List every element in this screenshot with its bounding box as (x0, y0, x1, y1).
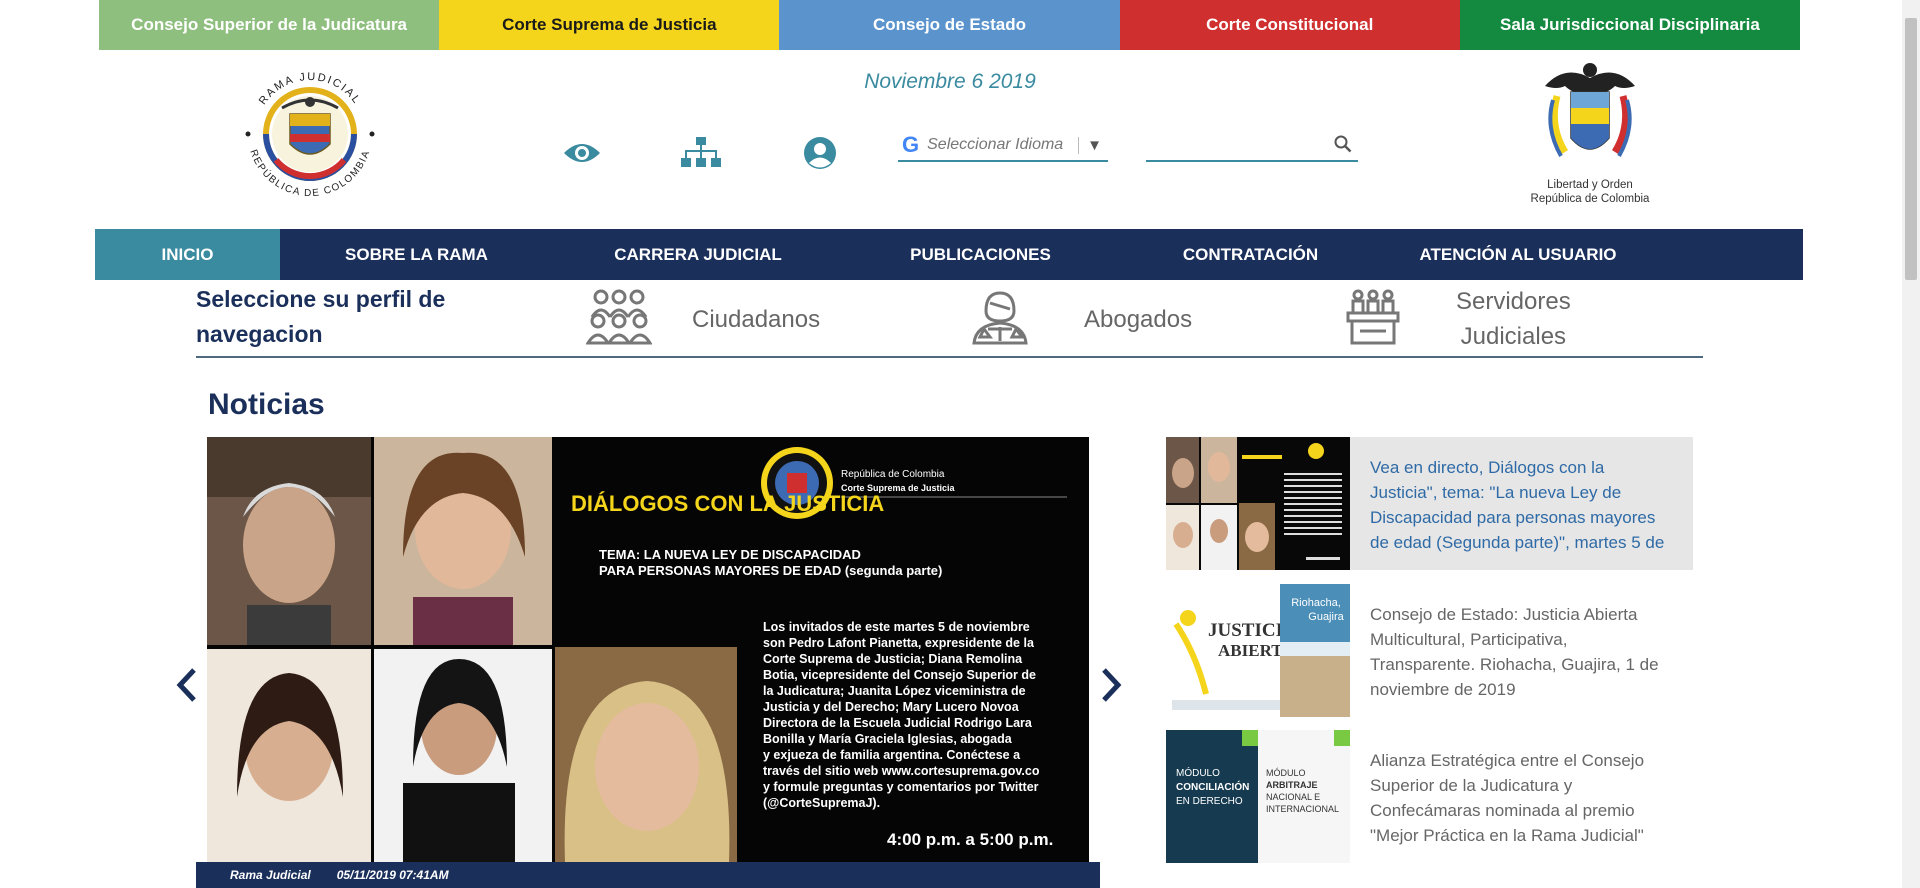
thumb3-col1-2: CONCILIACIÓN (1176, 780, 1249, 793)
link-corte-suprema[interactable]: Corte Suprema de Justicia (439, 0, 780, 50)
profile-title-line1: Seleccione su perfil de (196, 286, 446, 312)
nav-contratacion[interactable]: CONTRATACIÓN (1118, 229, 1383, 280)
profile-title-line2: navegacion (196, 321, 323, 347)
thumb3-col1-1: MÓDULO (1176, 766, 1220, 779)
slider-next-button[interactable] (1096, 665, 1126, 705)
slide-body-line: la Judicatura; Juanita López viceministr… (763, 684, 1026, 698)
thumb2-side-1: Riohacha, (1291, 597, 1341, 609)
chevron-left-icon (176, 668, 196, 702)
coat-caption: Libertad y Orden República de Colombia (1520, 177, 1660, 207)
rama-judicial-logo[interactable]: RAMA JUDICIAL REPÚBLICA DE COLOMBIA (232, 56, 388, 206)
google-icon: G (902, 132, 920, 157)
news-item-2[interactable]: JUSTICIA ABIERTA Riohacha, Guajira Conse… (1166, 584, 1693, 717)
slide-seal-line1: República de Colombia (841, 469, 945, 480)
nav-publicaciones[interactable]: PUBLICACIONES (843, 229, 1118, 280)
slide-body-line: y exjueza de familia argentina. Conéctes… (763, 748, 1021, 762)
news-item-1[interactable]: Vea en directo, Diálogos con la Justicia… (1166, 437, 1693, 570)
news-item-text: Alianza Estratégica entre el Consejo Sup… (1370, 751, 1645, 845)
slider-prev-button[interactable] (172, 665, 202, 705)
main-nav: INICIO SOBRE LA RAMA CARRERA JUDICIAL PU… (95, 229, 1803, 280)
profile-label-servidores: Servidores Judiciales (1456, 284, 1571, 354)
slide-time: 4:00 p.m. a 5:00 p.m. (887, 830, 1053, 849)
institutions-bar: Consejo Superior de la Judicatura Corte … (99, 0, 1801, 50)
slide-body-line: Bonilla y María Graciela Iglesias, aboga… (763, 732, 1013, 746)
link-consejo-superior[interactable]: Consejo Superior de la Judicatura (99, 0, 440, 50)
profile-ciudadanos[interactable]: Ciudadanos (585, 282, 821, 356)
colombia-coat-of-arms[interactable]: Libertad y Orden República de Colombia (1520, 56, 1660, 207)
chevron-right-icon (1102, 668, 1122, 702)
search-box (1146, 130, 1358, 162)
thumb2-side-2: Guajira (1308, 611, 1344, 623)
slide-body-line: Los invitados de este martes 5 de noviem… (763, 620, 1030, 634)
search-icon[interactable] (1334, 135, 1352, 158)
citizens-icon (585, 289, 653, 350)
slide-body-line: Botia, vicepresidente del Consejo Superi… (763, 668, 1036, 682)
news-item-text: Consejo de Estado: Justicia Abierta Mult… (1370, 605, 1659, 699)
thumb3-col1-3: EN DERECHO (1176, 796, 1243, 807)
slide-body-line: través del sitio web www.cortesuprema.go… (763, 764, 1040, 778)
profile-abogados[interactable]: Abogados (966, 282, 1192, 356)
slide-body-line: Directora de la Escuela Judicial Rodrigo… (763, 716, 1033, 730)
eye-icon[interactable] (562, 136, 602, 170)
thumb3-col2-1: MÓDULO (1266, 768, 1306, 778)
coat-caption-line2: República de Colombia (1530, 193, 1650, 205)
profile-label-servidores-line1: Servidores (1456, 288, 1571, 315)
language-select[interactable]: G Seleccionar Idioma ▼ (898, 130, 1108, 162)
thumb3-col2-4: INTERNACIONAL (1266, 804, 1339, 814)
slide-body-line: son Pedro Lafont Pianetta, expresidente … (763, 636, 1035, 650)
news-thumbnail (1166, 437, 1350, 570)
current-date: Noviembre 6 2019 (864, 70, 1036, 93)
link-sala-disciplinaria[interactable]: Sala Jurisdiccional Disciplinaria (1459, 0, 1801, 50)
thumb3-col2-3: NACIONAL E (1266, 792, 1320, 802)
news-thumbnail: JUSTICIA ABIERTA Riohacha, Guajira (1166, 584, 1350, 717)
slide-caption-source: Rama Judicial (230, 868, 311, 882)
page-scrollbar[interactable] (1902, 0, 1920, 888)
slide-body-line: (@CorteSupremaJ). (763, 796, 880, 810)
nav-sobre-la-rama[interactable]: SOBRE LA RAMA (280, 229, 553, 280)
servants-icon (1346, 289, 1400, 350)
slide-caption-date: 05/11/2019 07:41AM (336, 868, 449, 882)
profile-label-servidores-line2: Judiciales (1460, 323, 1567, 350)
news-section-title: Noticias (208, 388, 325, 421)
profile-servidores-judiciales[interactable]: Servidores Judiciales (1346, 282, 1571, 356)
news-slider-image[interactable]: República de Colombia Corte Suprema de J… (207, 437, 1089, 862)
user-circle-icon[interactable] (800, 136, 840, 170)
thumb3-col2-2: ARBITRAJE (1266, 780, 1318, 790)
news-item-text: Vea en directo, Diálogos con la Justicia… (1370, 458, 1665, 552)
profile-selector: Seleccione su perfil de navegacion Ciuda… (196, 282, 1703, 358)
news-item-3[interactable]: MÓDULO CONCILIACIÓN EN DERECHO MÓDULO AR… (1166, 730, 1693, 863)
search-input[interactable] (1146, 130, 1330, 160)
slide-caption-bar: Rama Judicial 05/11/2019 07:41AM (196, 862, 1100, 888)
slide-body-line: Corte Suprema de Justicia; Diana Remolin… (763, 652, 1023, 666)
lawyer-icon (966, 289, 1030, 350)
profile-label-ciudadanos: Ciudadanos (692, 305, 821, 333)
language-select-label: Seleccionar Idioma (927, 136, 1064, 153)
dropdown-arrow-icon: ▼ (1078, 136, 1108, 154)
slide-body-line: Justicia y del Derecho; Mary Lucero Novo… (763, 700, 1020, 714)
profile-label-abogados: Abogados (1084, 305, 1193, 333)
slide-topic-line1: TEMA: LA NUEVA LEY DE DISCAPACIDAD (599, 547, 861, 562)
slide-topic-line2: PARA PERSONAS MAYORES DE EDAD (segunda p… (599, 563, 942, 578)
slide-body-line: y formule preguntas y comentarios por Tw… (763, 780, 1039, 794)
news-thumbnail: MÓDULO CONCILIACIÓN EN DERECHO MÓDULO AR… (1166, 730, 1350, 863)
scrollbar-thumb[interactable] (1905, 18, 1917, 280)
nav-atencion-usuario[interactable]: ATENCIÓN AL USUARIO (1383, 229, 1653, 280)
link-consejo-estado[interactable]: Consejo de Estado (779, 0, 1120, 50)
link-corte-constitucional[interactable]: Corte Constitucional (1119, 0, 1460, 50)
slide-heading: DIÁLOGOS CON LA JUSTICIA (571, 491, 884, 516)
profile-title: Seleccione su perfil de navegacion (196, 282, 496, 352)
sitemap-icon[interactable] (681, 136, 721, 170)
nav-inicio[interactable]: INICIO (95, 229, 280, 280)
nav-carrera-judicial[interactable]: CARRERA JUDICIAL (553, 229, 843, 280)
